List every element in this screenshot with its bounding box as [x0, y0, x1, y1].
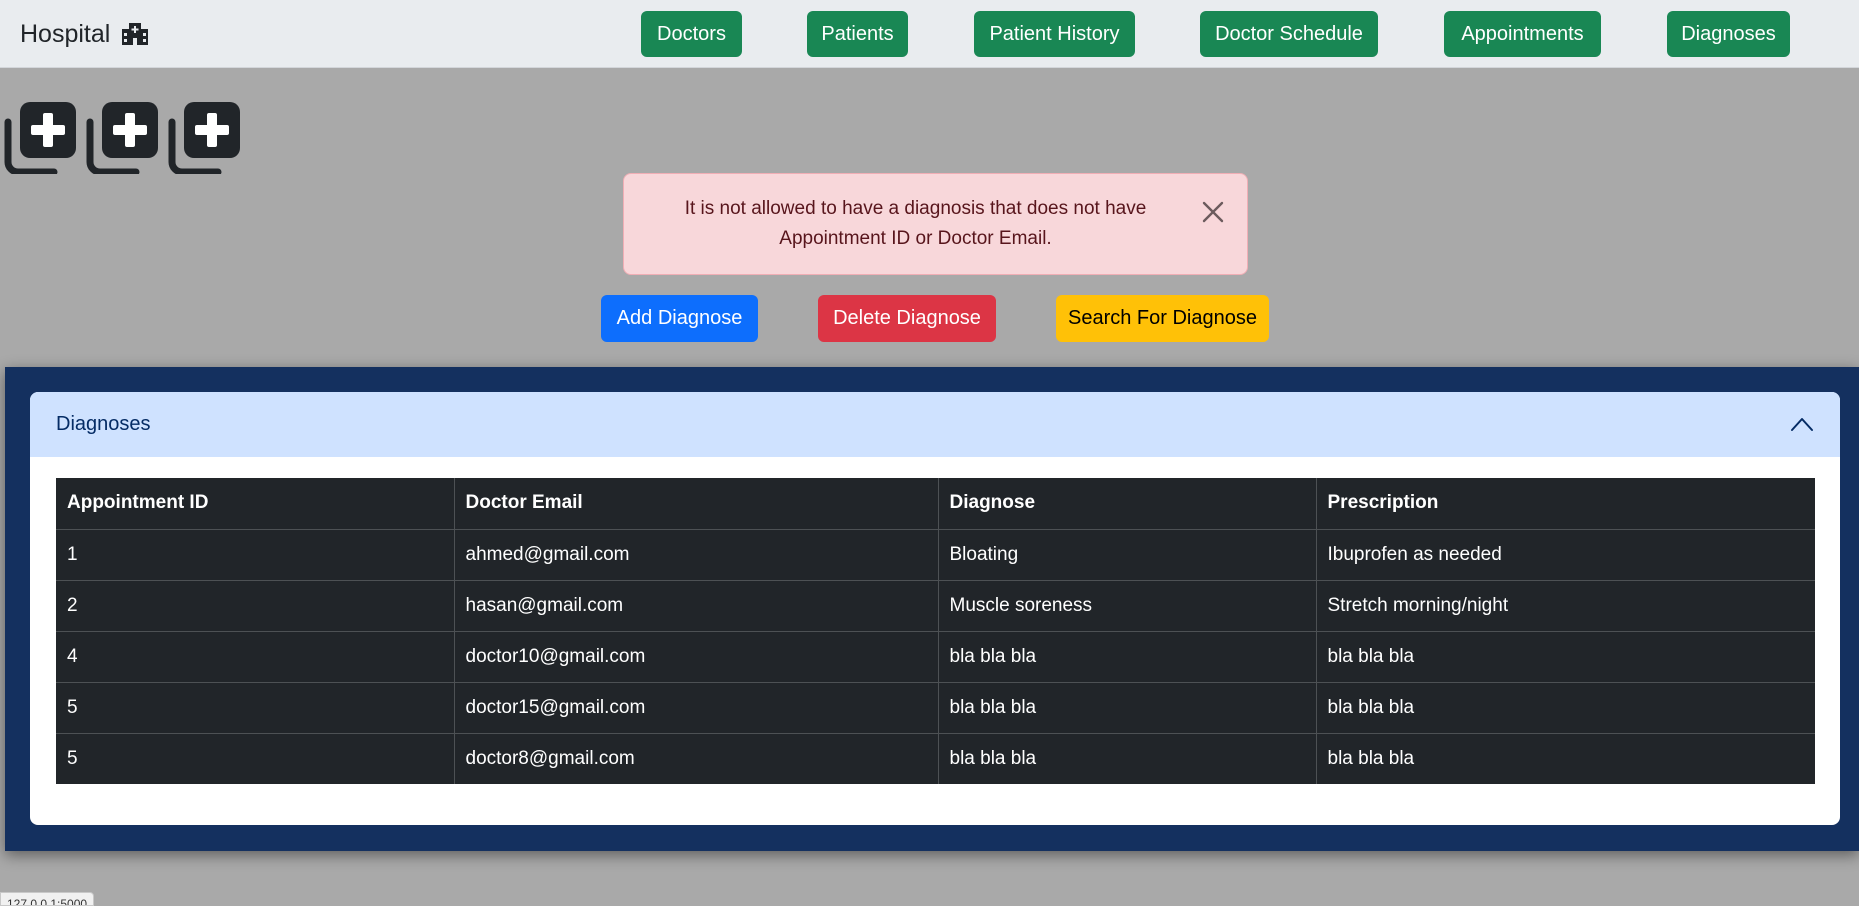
- cell-appointment-id: 5: [56, 681, 455, 733]
- cell-diagnose: bla bla bla: [938, 681, 1317, 733]
- cell-diagnose: bla bla bla: [938, 630, 1317, 682]
- accordion-title: Diagnoses: [56, 413, 151, 435]
- cell-prescription: bla bla bla: [1316, 732, 1815, 784]
- cell-doctor-email: hasan@gmail.com: [454, 579, 939, 631]
- search-diagnose-button[interactable]: Search For Diagnose: [1056, 295, 1269, 342]
- nav-appointments[interactable]: Appointments: [1444, 11, 1601, 57]
- icon-strip: [4, 100, 244, 176]
- cell-prescription: bla bla bla: [1316, 681, 1815, 733]
- diagnoses-panel: Diagnoses Appointment ID Doctor Email Di…: [5, 367, 1859, 851]
- table-row: 5 doctor15@gmail.com bla bla bla bla bla…: [56, 681, 1815, 733]
- add-diagnose-button[interactable]: Add Diagnose: [601, 295, 758, 342]
- alert-message: It is not allowed to have a diagnosis th…: [684, 198, 1147, 249]
- nav-doctor-schedule[interactable]: Doctor Schedule: [1200, 11, 1378, 57]
- copy-plus-icon: [168, 102, 240, 174]
- cell-diagnose: bla bla bla: [938, 732, 1317, 784]
- hospital-icon: [120, 21, 150, 47]
- cell-doctor-email: doctor8@gmail.com: [454, 732, 939, 784]
- cell-doctor-email: doctor10@gmail.com: [454, 630, 939, 682]
- nav-patients[interactable]: Patients: [807, 11, 908, 57]
- status-bar-url: 127.0.0.1:5000: [0, 892, 95, 906]
- chevron-up-icon: [1791, 418, 1813, 431]
- column-header: Prescription: [1327, 492, 1439, 514]
- accordion-header[interactable]: Diagnoses: [30, 392, 1840, 457]
- cell-prescription: bla bla bla: [1316, 630, 1815, 682]
- table-row: 5 doctor8@gmail.com bla bla bla bla bla …: [56, 732, 1815, 784]
- table-row: 4 doctor10@gmail.com bla bla bla bla bla…: [56, 630, 1815, 682]
- error-alert: It is not allowed to have a diagnosis th…: [623, 173, 1248, 275]
- column-header: Appointment ID: [56, 478, 455, 529]
- table-header-row: Appointment ID Doctor Email Diagnose Pre…: [56, 478, 1815, 529]
- navbar: Hospital Doctors Patients Patient Histor…: [0, 0, 1859, 68]
- cell-doctor-email: doctor15@gmail.com: [454, 681, 939, 733]
- nav-doctors[interactable]: Doctors: [641, 11, 742, 57]
- cell-prescription: Stretch morning/night: [1316, 579, 1815, 631]
- diagnoses-table: Appointment ID Doctor Email Diagnose Pre…: [56, 478, 1815, 784]
- delete-diagnose-button[interactable]: Delete Diagnose: [818, 295, 996, 342]
- nav-patient-history[interactable]: Patient History: [974, 11, 1135, 57]
- cell-doctor-email: ahmed@gmail.com: [454, 528, 939, 580]
- table-row: 2 hasan@gmail.com Muscle soreness Stretc…: [56, 579, 1815, 631]
- cell-appointment-id: 1: [56, 528, 455, 580]
- nav-diagnoses[interactable]: Diagnoses: [1667, 11, 1790, 57]
- cell-appointment-id: 2: [56, 579, 455, 631]
- cell-diagnose: Bloating: [938, 528, 1317, 580]
- table-row: 1 ahmed@gmail.com Bloating Ibuprofen as …: [56, 528, 1815, 580]
- cell-appointment-id: 4: [56, 630, 455, 682]
- cell-appointment-id: 5: [56, 732, 455, 784]
- cell-prescription: Ibuprofen as needed: [1316, 528, 1815, 580]
- copy-plus-icon: [4, 102, 76, 174]
- column-header: Diagnose: [938, 478, 1317, 529]
- diagnoses-card: Diagnoses Appointment ID Doctor Email Di…: [30, 392, 1840, 825]
- copy-plus-icon: [86, 102, 158, 174]
- close-icon[interactable]: [1197, 196, 1229, 228]
- brand-title: Hospital: [20, 20, 111, 48]
- column-header: Doctor Email: [454, 478, 939, 529]
- brand[interactable]: Hospital: [20, 18, 150, 50]
- cell-diagnose: Muscle soreness: [938, 579, 1317, 631]
